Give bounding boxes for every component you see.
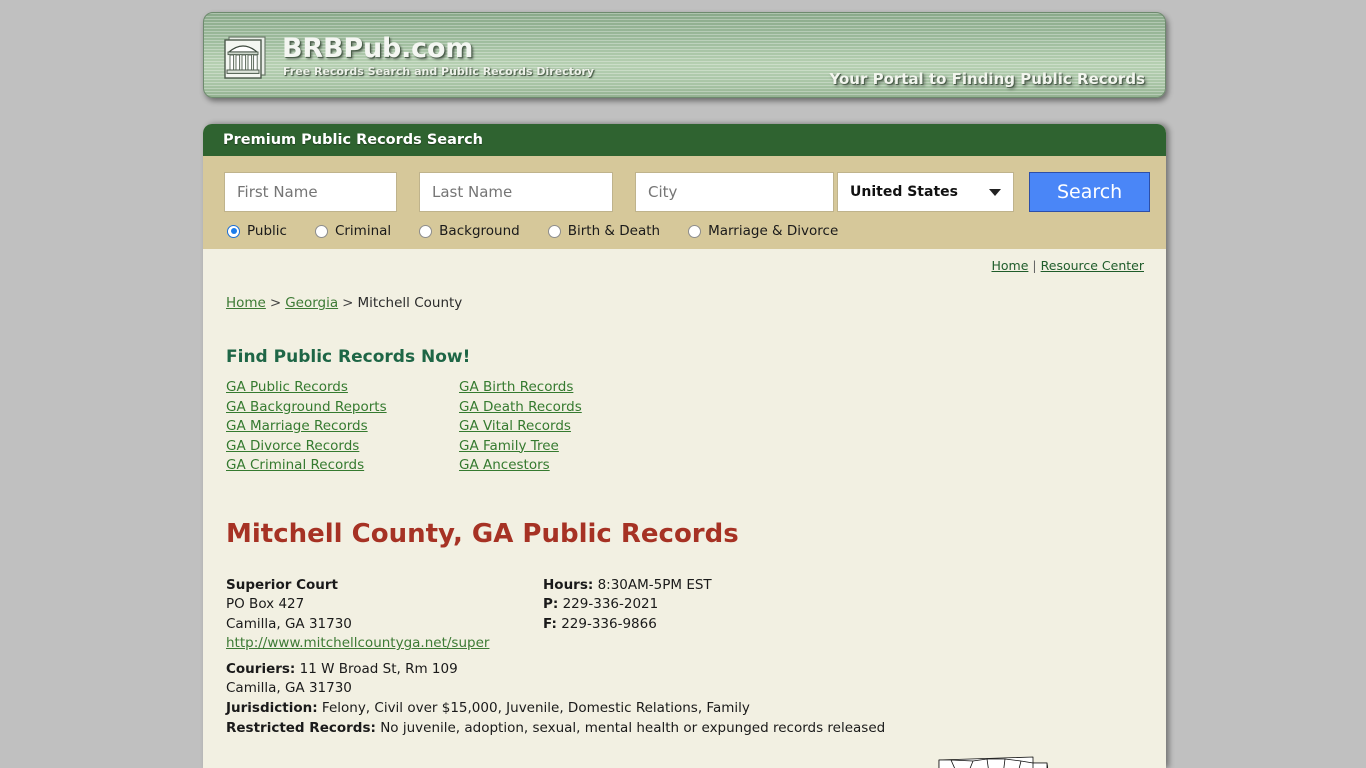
breadcrumb-link-georgia[interactable]: Georgia [285,295,338,311]
brand-name[interactable]: BRBPub.com [282,33,473,64]
record-phone-value: 229-336-2021 [562,596,659,612]
radio-indicator-marriage-divorce[interactable] [688,224,702,238]
breadcrumb-current: Mitchell County [357,295,463,311]
radio-label-birth-death: Birth & Death [567,223,661,239]
record-left-column: Superior Court PO Box 427 Camilla, GA 31… [226,576,543,654]
radio-option-criminal[interactable]: Criminal [314,223,392,239]
record-name: Superior Court [226,576,338,593]
link-ga-criminal-records[interactable]: GA Criminal Records [226,456,459,476]
first-name-input[interactable] [224,172,397,212]
utility-separator: | [1032,258,1037,273]
radio-label-criminal: Criminal [334,223,392,239]
record-couriers-value: 11 W Broad St, Rm 109 [299,660,458,677]
link-ga-ancestors[interactable]: GA Ancestors [459,456,1144,476]
radio-label-marriage-divorce: Marriage & Divorce [708,223,839,239]
record-fax-value: 229-336-9866 [561,615,657,632]
record-hours-value: 8:30AM-5PM EST [597,576,712,593]
main-panel: Premium Public Records Search United Sta… [203,124,1166,768]
country-select[interactable]: United States [837,172,1015,212]
search-panel-title: Premium Public Records Search [223,132,483,148]
radio-label-public: Public [247,223,287,239]
breadcrumb-link-home[interactable]: Home [226,295,266,311]
utility-link-home[interactable]: Home [991,258,1028,273]
country-select-value: United States [850,184,958,200]
courthouse-icon [221,33,269,81]
link-ga-vital-records[interactable]: GA Vital Records [459,417,1144,437]
radio-option-background[interactable]: Background [419,223,520,239]
record-website-link[interactable]: http://www.mitchellcountyga.net/super [226,635,489,651]
find-records-link-grid: GA Public Records GA Birth Records GA Ba… [226,378,1144,476]
last-name-input[interactable] [419,172,613,212]
record-couriers-label: Couriers: [226,660,296,677]
search-form: United States Search Public Criminal Bac… [203,156,1166,249]
record-restricted-label: Restricted Records: [226,719,376,736]
brand-tagline: Free Records Search and Public Records D… [283,65,595,78]
chevron-down-icon [989,189,1002,196]
record-type-radio-group: Public Criminal Background Birth & Death… [224,223,1150,239]
record-phone-label: P: [543,596,559,612]
utility-links: Home | Resource Center [226,249,1144,273]
link-ga-death-records[interactable]: GA Death Records [459,398,1144,418]
record-fax-label: F: [543,615,557,632]
record-jurisdiction-label: Jurisdiction: [226,700,318,717]
record-hours-label: Hours: [543,576,594,593]
record-entry-superior-court: Superior Court PO Box 427 Camilla, GA 31… [226,576,926,739]
radio-indicator-background[interactable] [419,224,433,238]
find-records-heading: Find Public Records Now! [226,347,471,367]
link-ga-family-tree[interactable]: GA Family Tree [459,437,1144,457]
breadcrumb-separator-1: > [269,295,282,311]
record-right-column: Hours: 8:30AM-5PM EST P: 229-336-2021 F:… [543,576,873,654]
site-masthead: BRBPub.com Free Records Search and Publi… [203,12,1166,98]
georgia-county-map [929,751,1144,768]
city-input[interactable] [635,172,834,212]
page-content: Home | Resource Center Home > Georgia > Mitche… [203,249,1166,768]
radio-option-marriage-divorce[interactable]: Marriage & Divorce [688,223,838,239]
radio-option-birth-death[interactable]: Birth & Death [547,223,661,239]
radio-option-public[interactable]: Public [227,223,287,239]
masthead-slogan: Your Portal to Finding Public Records [829,70,1145,88]
breadcrumb: Home > Georgia > Mitchell County [226,295,1144,311]
search-fields-row: United States Search [224,172,1150,212]
page-root: BRBPub.com Free Records Search and Publi… [0,0,1366,768]
record-address-line2: Camilla, GA 31730 [226,615,352,632]
link-ga-public-records[interactable]: GA Public Records [226,378,459,398]
link-ga-birth-records[interactable]: GA Birth Records [459,378,1144,398]
record-restricted-value: No juvenile, adoption, sexual, mental he… [380,719,886,736]
link-ga-marriage-records[interactable]: GA Marriage Records [226,417,459,437]
radio-label-background: Background [439,223,520,239]
record-details: Couriers: 11 W Broad St, Rm 109 Camilla,… [226,660,926,739]
utility-link-resource-center[interactable]: Resource Center [1041,258,1144,273]
link-ga-divorce-records[interactable]: GA Divorce Records [226,437,459,457]
radio-indicator-public[interactable] [227,224,240,238]
radio-indicator-criminal[interactable] [314,224,328,238]
record-couriers-city: Camilla, GA 31730 [226,680,352,697]
search-button[interactable]: Search [1029,172,1150,212]
page-title: Mitchell County, GA Public Records [226,518,739,549]
radio-indicator-birth-death[interactable] [547,224,561,238]
record-jurisdiction-value: Felony, Civil over $15,000, Juvenile, Do… [321,700,750,717]
record-address-line1: PO Box 427 [226,596,305,612]
breadcrumb-separator-2: > [342,295,354,311]
link-ga-background-reports[interactable]: GA Background Reports [226,398,459,418]
search-panel-header: Premium Public Records Search [203,124,1166,156]
